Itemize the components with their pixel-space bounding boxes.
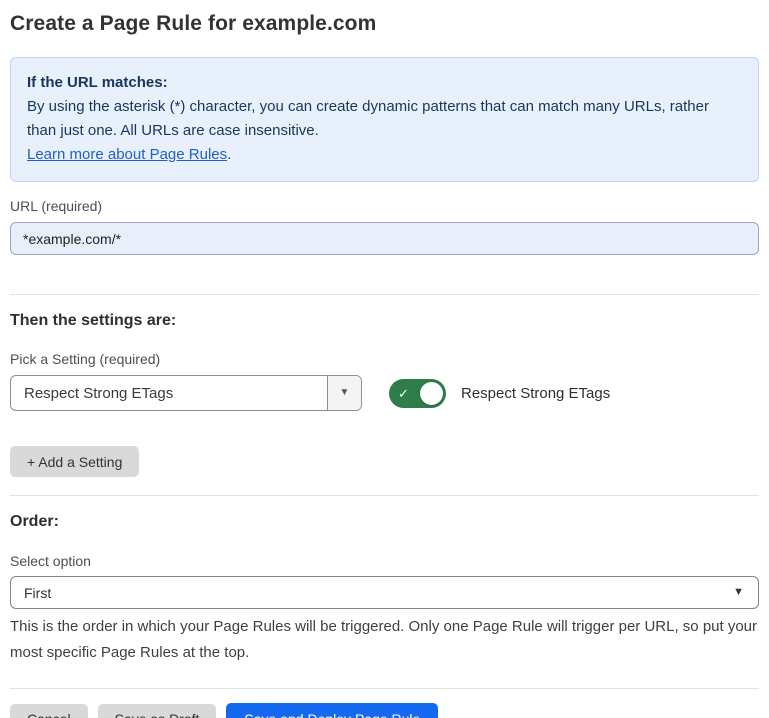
toggle-knob <box>420 382 443 405</box>
order-help-text: This is the order in which your Page Rul… <box>10 614 759 666</box>
check-icon: ✓ <box>398 385 409 402</box>
chevron-down-icon: ▼ <box>340 388 350 398</box>
order-select-value: First <box>24 585 51 601</box>
section-divider <box>10 495 759 496</box>
setting-dropdown[interactable]: Respect Strong ETags ▼ <box>10 375 362 411</box>
page-title: Create a Page Rule for example.com <box>10 12 759 36</box>
section-divider <box>10 688 759 689</box>
order-heading: Order: <box>10 513 759 531</box>
info-body-text: By using the asterisk (*) character, you… <box>27 98 709 139</box>
setting-row: Respect Strong ETags ▼ ✓ Respect Strong … <box>10 375 759 411</box>
url-input[interactable] <box>10 222 759 255</box>
pick-setting-label: Pick a Setting (required) <box>10 351 759 367</box>
save-draft-button[interactable]: Save as Draft <box>98 704 217 718</box>
section-divider <box>10 294 759 295</box>
footer-actions: Cancel Save as Draft Save and Deploy Pag… <box>10 703 759 718</box>
etag-toggle[interactable]: ✓ <box>389 379 446 408</box>
setting-dropdown-value: Respect Strong ETags <box>11 376 327 410</box>
setting-dropdown-arrow-button[interactable]: ▼ <box>327 376 361 410</box>
info-heading: If the URL matches: <box>27 71 742 95</box>
order-select-label: Select option <box>10 553 759 569</box>
save-deploy-button[interactable]: Save and Deploy Page Rule <box>226 703 438 718</box>
link-period: . <box>227 146 231 163</box>
cancel-button[interactable]: Cancel <box>10 704 88 718</box>
url-label: URL (required) <box>10 198 759 214</box>
url-match-info-callout: If the URL matches: By using the asteris… <box>10 57 759 182</box>
create-page-rule-form: Create a Page Rule for example.com If th… <box>0 0 769 718</box>
order-select[interactable]: First ▼ <box>10 576 759 609</box>
toggle-label: Respect Strong ETags <box>461 385 610 402</box>
settings-heading: Then the settings are: <box>10 312 759 330</box>
add-setting-button[interactable]: + Add a Setting <box>10 446 139 477</box>
chevron-down-icon: ▼ <box>733 587 744 598</box>
learn-more-link[interactable]: Learn more about Page Rules <box>27 146 227 163</box>
